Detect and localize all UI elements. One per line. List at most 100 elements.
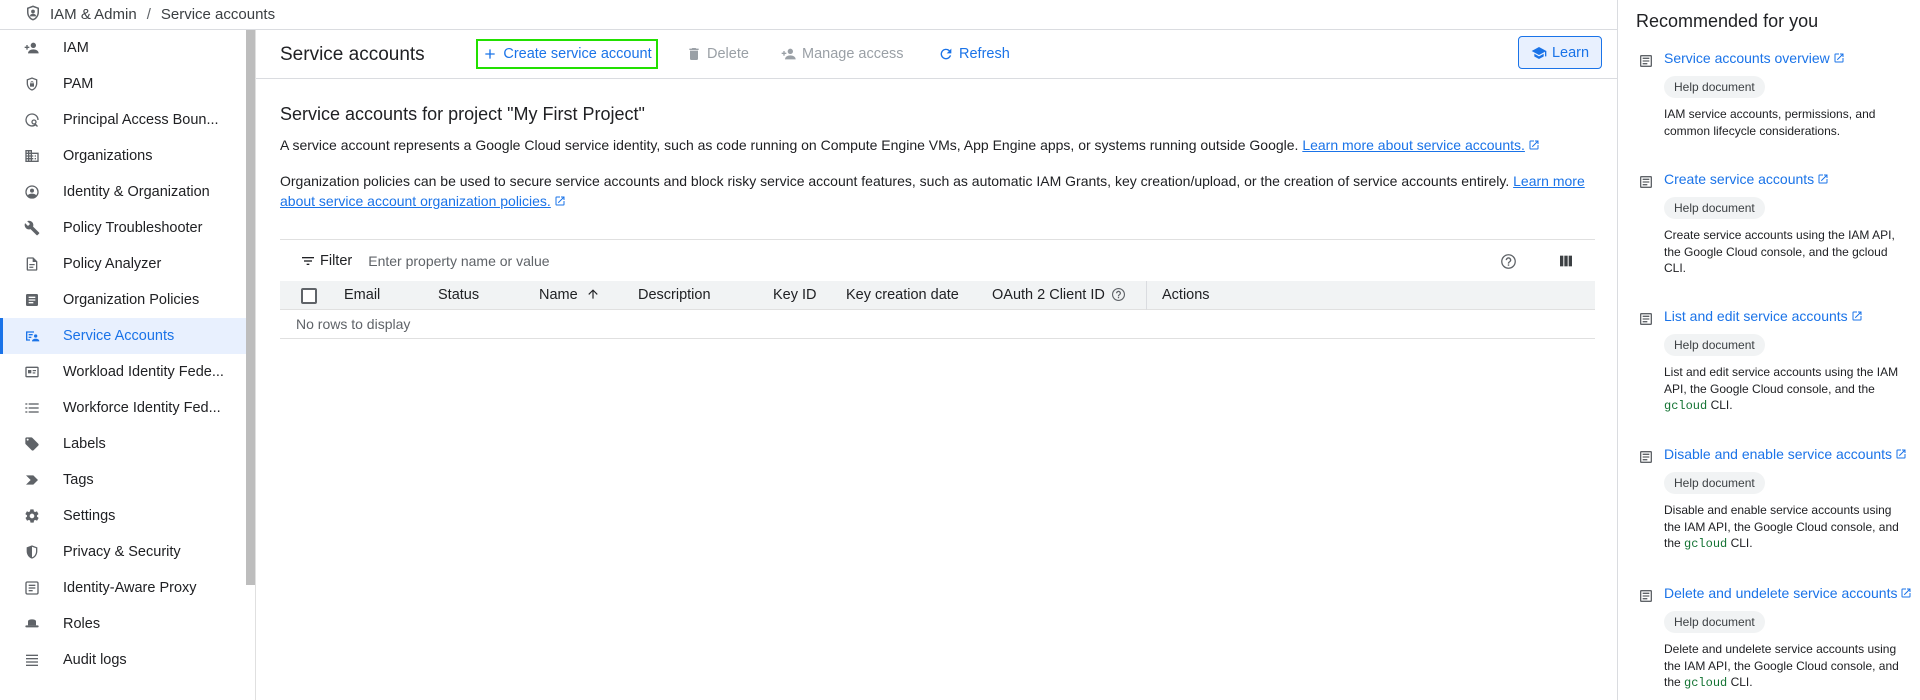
iam-shield-icon bbox=[24, 4, 50, 26]
filter-icon[interactable] bbox=[300, 253, 316, 269]
recommendation-link[interactable]: Disable and enable service accounts bbox=[1664, 446, 1907, 462]
section-title: Service accounts for project "My First P… bbox=[280, 104, 645, 124]
learn-button[interactable]: Learn bbox=[1518, 36, 1602, 69]
column-description[interactable]: Description bbox=[638, 287, 711, 303]
sidebar-item-pam[interactable]: PAM bbox=[0, 66, 246, 102]
proxy-icon bbox=[24, 580, 40, 596]
recommendation-link[interactable]: Create service accounts bbox=[1664, 171, 1829, 187]
sidebar-item-labels[interactable]: Labels bbox=[0, 426, 246, 462]
help-document-chip: Help document bbox=[1664, 611, 1765, 633]
sidebar-item-label: Workforce Identity Fed... bbox=[63, 400, 221, 416]
sort-ascending-icon[interactable] bbox=[586, 287, 600, 301]
sidebar-item-identity-aware-proxy[interactable]: Identity-Aware Proxy bbox=[0, 570, 246, 606]
delete-label: Delete bbox=[707, 46, 749, 62]
breadcrumb-separator: / bbox=[146, 6, 151, 23]
table-header: Email Status Name Description Key ID Key… bbox=[280, 281, 1595, 310]
breadcrumb-root[interactable]: IAM & Admin bbox=[50, 6, 137, 23]
page-header: Service accounts Create service account … bbox=[256, 30, 1617, 79]
description-text: A service account represents a Google Cl… bbox=[280, 137, 1299, 153]
sidebar-scrollbar[interactable] bbox=[246, 30, 255, 585]
help-icon[interactable] bbox=[1500, 253, 1517, 270]
external-link-icon bbox=[1528, 136, 1540, 150]
breadcrumb: IAM & Admin / Service accounts bbox=[0, 0, 1617, 30]
sidebar-item-audit-logs[interactable]: Audit logs bbox=[0, 642, 246, 678]
sidebar-item-tags[interactable]: Tags bbox=[0, 462, 246, 498]
recommendation-card: Service accounts overview Help document … bbox=[1618, 50, 1920, 150]
school-icon bbox=[1531, 46, 1547, 59]
help-document-chip: Help document bbox=[1664, 334, 1765, 356]
table-filter-bar: Filter bbox=[280, 239, 1595, 281]
sidebar-item-label: Roles bbox=[63, 616, 101, 632]
sidebar-item-label: Organization Policies bbox=[63, 292, 200, 308]
sidebar-item-label: Identity & Organization bbox=[63, 184, 210, 200]
empty-table-message: No rows to display bbox=[280, 310, 1595, 339]
filter-input[interactable] bbox=[368, 252, 1269, 269]
document-icon bbox=[1638, 311, 1654, 327]
recommendation-link[interactable]: Delete and undelete service accounts bbox=[1664, 585, 1912, 601]
sidebar-item-label: Service Accounts bbox=[63, 328, 175, 344]
delete-button[interactable]: Delete bbox=[686, 39, 749, 69]
column-oauth-client-id-header[interactable]: OAuth 2 Client ID bbox=[992, 287, 1126, 303]
column-divider bbox=[1146, 281, 1147, 310]
recommendation-title: List and edit service accounts bbox=[1664, 308, 1848, 324]
external-link-icon bbox=[1833, 51, 1845, 63]
column-key-creation-date[interactable]: Key creation date bbox=[846, 287, 959, 303]
column-display-icon[interactable] bbox=[1558, 253, 1574, 269]
hat-icon bbox=[24, 616, 40, 632]
recommendation-card: Delete and undelete service accounts Hel… bbox=[1618, 585, 1920, 700]
code-snippet: gcloud bbox=[1684, 537, 1728, 551]
column-email[interactable]: Email bbox=[344, 287, 380, 303]
learn-more-service-accounts-link[interactable]: Learn more about service accounts. bbox=[1302, 137, 1525, 153]
list-icon bbox=[24, 400, 40, 416]
sidebar-item-organization-policies[interactable]: Organization Policies bbox=[0, 282, 246, 318]
select-all-checkbox[interactable] bbox=[301, 288, 317, 304]
manage-access-label: Manage access bbox=[802, 46, 904, 62]
help-document-chip: Help document bbox=[1664, 197, 1765, 219]
help-document-chip: Help document bbox=[1664, 472, 1765, 494]
recommendation-description: Delete and undelete service accounts usi… bbox=[1664, 641, 1909, 692]
code-snippet: gcloud bbox=[1664, 399, 1708, 413]
column-key-id[interactable]: Key ID bbox=[773, 287, 817, 303]
column-name-header[interactable]: Name bbox=[539, 287, 600, 303]
sidebar-item-settings[interactable]: Settings bbox=[0, 498, 246, 534]
recommendation-title: Create service accounts bbox=[1664, 171, 1815, 187]
plus-icon bbox=[485, 49, 496, 59]
sidebar-item-roles[interactable]: Roles bbox=[0, 606, 246, 642]
sidebar-item-principal-access-boundary[interactable]: Principal Access Boun... bbox=[0, 102, 246, 138]
sidebar-item-service-accounts[interactable]: Service Accounts bbox=[0, 318, 246, 354]
recommendation-card: List and edit service accounts Help docu… bbox=[1618, 308, 1920, 428]
help-icon[interactable] bbox=[1111, 287, 1126, 302]
article-icon bbox=[24, 292, 40, 308]
external-link-icon bbox=[1895, 447, 1907, 459]
recommendation-card: Disable and enable service accounts Help… bbox=[1618, 446, 1920, 566]
manage-access-button[interactable]: Manage access bbox=[781, 39, 904, 69]
sidebar-item-label: IAM bbox=[63, 40, 89, 56]
sidebar-item-organizations[interactable]: Organizations bbox=[0, 138, 246, 174]
sidebar-item-identity-organization[interactable]: Identity & Organization bbox=[0, 174, 246, 210]
sidebar-item-label: Tags bbox=[63, 472, 94, 488]
sidebar-item-workload-identity-federation[interactable]: Workload Identity Fede... bbox=[0, 354, 246, 390]
recommended-panel: Recommended for you Service accounts ove… bbox=[1617, 0, 1920, 700]
trash-icon bbox=[689, 48, 699, 60]
sidebar-item-privacy-security[interactable]: Privacy & Security bbox=[0, 534, 246, 570]
recommendation-card: Create service accounts Help document Cr… bbox=[1618, 171, 1920, 281]
recommendation-link[interactable]: List and edit service accounts bbox=[1664, 308, 1863, 324]
sidebar-item-iam[interactable]: IAM bbox=[0, 30, 246, 66]
sidebar-item-policy-analyzer[interactable]: Policy Analyzer bbox=[0, 246, 246, 282]
external-link-icon bbox=[554, 192, 566, 206]
sidebar-item-policy-troubleshooter[interactable]: Policy Troubleshooter bbox=[0, 210, 246, 246]
column-status[interactable]: Status bbox=[438, 287, 479, 303]
document-icon bbox=[1638, 174, 1654, 190]
column-name: Name bbox=[539, 287, 578, 303]
policy-text: Organization policies can be used to sec… bbox=[280, 173, 1510, 189]
recommended-title: Recommended for you bbox=[1636, 11, 1819, 31]
refresh-button[interactable]: Refresh bbox=[938, 39, 1010, 69]
sidebar-item-label: Organizations bbox=[63, 148, 153, 164]
recommendation-link[interactable]: Service accounts overview bbox=[1664, 50, 1845, 66]
sidebar-item-label: PAM bbox=[63, 76, 94, 92]
column-oauth-client-id: OAuth 2 Client ID bbox=[992, 287, 1105, 303]
id-card-icon bbox=[24, 364, 40, 380]
create-service-account-button[interactable]: Create service account bbox=[476, 39, 658, 69]
sidebar-item-workforce-identity-federation[interactable]: Workforce Identity Fed... bbox=[0, 390, 246, 426]
gear-icon bbox=[24, 508, 40, 524]
